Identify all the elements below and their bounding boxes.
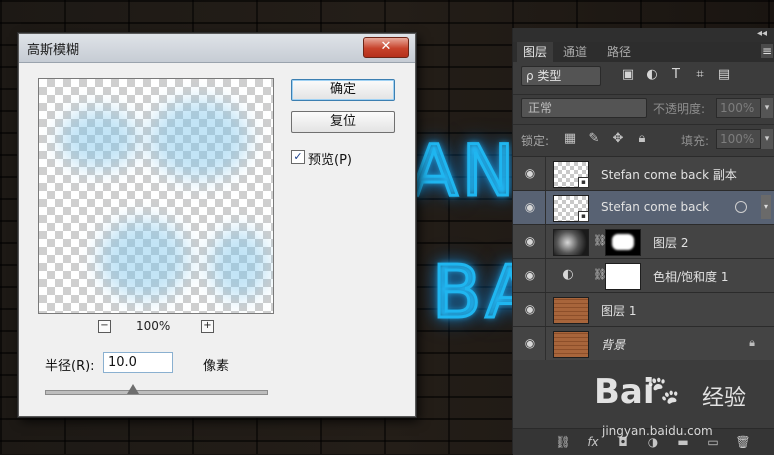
watermark: Bai 🐾︎ 经验 jingyan.baidu.com <box>594 372 774 454</box>
neon-text-line1: AN <box>408 129 519 214</box>
adjustment-layer-icon: ◐ <box>562 267 574 282</box>
layer-list: ◉ ▪ Stefan come back 副本 ◉ ▪ Stefan come … <box>513 156 774 360</box>
radius-label: 半径(R): <box>45 359 95 374</box>
layer-row[interactable]: ◉ 背景 🔒︎ <box>513 326 774 360</box>
preview-blob <box>149 99 249 179</box>
layer-name: Stefan come back <box>601 200 710 214</box>
panel-tabs: 图层 通道 路径 ≡ <box>513 42 774 62</box>
layer-name: 图层 1 <box>601 304 637 318</box>
dialog-titlebar[interactable]: 高斯模糊 ✕ <box>19 34 415 63</box>
zoom-out-button[interactable]: − <box>98 320 111 333</box>
divider <box>545 259 546 292</box>
layer-thumbnail: ▪ <box>553 161 589 188</box>
reset-button[interactable]: 复位 <box>291 111 395 133</box>
layer-thumbnail <box>553 297 589 324</box>
radius-unit: 像素 <box>203 359 230 374</box>
lock-transparency-icon[interactable]: ▦ <box>563 132 577 146</box>
layer-name: 背景 <box>601 338 626 352</box>
blend-mode-select[interactable]: 正常 <box>521 98 647 118</box>
opacity-dropdown-icon[interactable]: ▾ <box>761 98 773 118</box>
radius-input[interactable]: 10.0 <box>103 352 173 373</box>
layer-mask-thumbnail[interactable] <box>605 229 641 256</box>
lock-label: 锁定: <box>521 134 550 148</box>
panel-header: ◂◂ <box>513 28 774 42</box>
watermark-jingyan: 经验 <box>702 386 747 411</box>
lock-icon: 🔒︎ <box>749 336 755 349</box>
opacity-input[interactable]: 100% <box>716 98 761 118</box>
zoom-level: 100% <box>136 319 171 333</box>
eye-icon[interactable]: ◉ <box>523 200 537 214</box>
layer-name: 图层 2 <box>653 236 689 250</box>
fill-input[interactable]: 100% <box>716 129 761 149</box>
chain-link-icon[interactable]: ⛓ <box>593 235 607 247</box>
tab-layers[interactable]: 图层 <box>517 42 554 62</box>
eye-icon[interactable]: ◉ <box>523 336 537 350</box>
zoom-in-button[interactable]: + <box>201 320 214 333</box>
filter-type-select[interactable]: ρ 类型 <box>521 66 601 86</box>
lock-row: 锁定: ▦ ✎ ✥ 🔒︎ 填充: 100% ▾ <box>513 124 774 153</box>
eye-icon[interactable]: ◉ <box>523 234 537 248</box>
opacity-label: 不透明度: <box>653 102 706 116</box>
scroll-arrow-icon[interactable]: ▾ <box>761 195 771 219</box>
preview-blob <box>209 229 269 299</box>
layer-row[interactable]: ◉ ◐ ⛓ 色相/饱和度 1 <box>513 258 774 292</box>
blend-row: 正常 不透明度: 100% ▾ <box>513 94 774 121</box>
lock-brush-icon[interactable]: ✎ <box>587 132 601 146</box>
tab-channels[interactable]: 通道 <box>557 42 593 62</box>
preview-checkbox-label: 预览(P) <box>308 153 352 168</box>
zoom-controls: − 100% + <box>38 319 272 337</box>
eye-icon[interactable]: ◉ <box>523 268 537 282</box>
type-filter-icon[interactable]: T <box>669 68 683 82</box>
fill-label: 填充: <box>681 134 710 148</box>
layer-row[interactable]: ◉ ▪ Stefan come back 副本 <box>513 156 774 190</box>
preview-blob <box>59 109 139 169</box>
layer-name: 色相/饱和度 1 <box>653 270 729 284</box>
radius-slider-track[interactable] <box>45 390 268 395</box>
shape-filter-icon[interactable]: ⌗ <box>693 68 707 82</box>
divider <box>545 293 546 326</box>
lock-all-icon[interactable]: 🔒︎ <box>635 132 649 146</box>
paw-icon: 🐾︎ <box>644 374 683 409</box>
radius-row: 半径(R): 10.0 像素 <box>45 352 345 376</box>
smart-object-icon: ▪ <box>578 177 589 188</box>
divider <box>545 157 546 190</box>
smart-object-icon: ▪ <box>578 211 589 222</box>
panel-menu-icon[interactable]: ≡ <box>761 44 773 58</box>
image-filter-icon[interactable]: ▣ <box>621 68 635 82</box>
dialog-title: 高斯模糊 <box>27 43 80 58</box>
layer-thumbnail: ▪ <box>553 195 589 222</box>
smart-object-filter-icon[interactable]: ▤ <box>717 68 731 82</box>
eye-icon[interactable]: ◉ <box>523 302 537 316</box>
ok-button[interactable]: 确定 <box>291 79 395 101</box>
divider <box>545 327 546 360</box>
divider <box>545 225 546 258</box>
divider <box>545 191 546 224</box>
layer-row[interactable]: ◉ 图层 1 <box>513 292 774 326</box>
fill-dropdown-icon[interactable]: ▾ <box>761 129 773 149</box>
layer-filter-row: ρ 类型 ▣ ◐ T ⌗ ▤ <box>513 62 774 90</box>
lock-move-icon[interactable]: ✥ <box>611 132 625 146</box>
radius-slider-thumb[interactable] <box>127 384 139 394</box>
layer-mask-thumbnail[interactable] <box>605 263 641 290</box>
link-icon[interactable]: ⛓ <box>555 434 571 450</box>
adjustment-filter-icon[interactable]: ◐ <box>645 68 659 82</box>
checkmark-icon[interactable]: ✓ <box>291 150 305 164</box>
gaussian-blur-dialog: 高斯模糊 ✕ − 100% + 确定 复位 ✓ 预览(P) 半径(R): 10.… <box>18 33 416 417</box>
layer-thumbnail <box>553 229 589 256</box>
layer-row[interactable]: ◉ ⛓ 图层 2 <box>513 224 774 258</box>
chain-link-icon[interactable]: ⛓ <box>593 269 607 281</box>
close-button[interactable]: ✕ <box>363 37 409 58</box>
eye-icon[interactable]: ◉ <box>523 166 537 180</box>
preview-blob <box>99 219 189 299</box>
collapse-icon[interactable]: ◂◂ <box>757 28 767 39</box>
layer-row-selected[interactable]: ◉ ▪ Stefan come back ▾ <box>513 190 774 224</box>
smart-filter-icon[interactable] <box>735 201 747 213</box>
layer-thumbnail <box>553 331 589 358</box>
tab-paths[interactable]: 路径 <box>601 42 637 62</box>
blur-preview[interactable] <box>38 78 274 314</box>
watermark-url: jingyan.baidu.com <box>602 424 713 438</box>
layer-name: Stefan come back 副本 <box>601 168 737 182</box>
